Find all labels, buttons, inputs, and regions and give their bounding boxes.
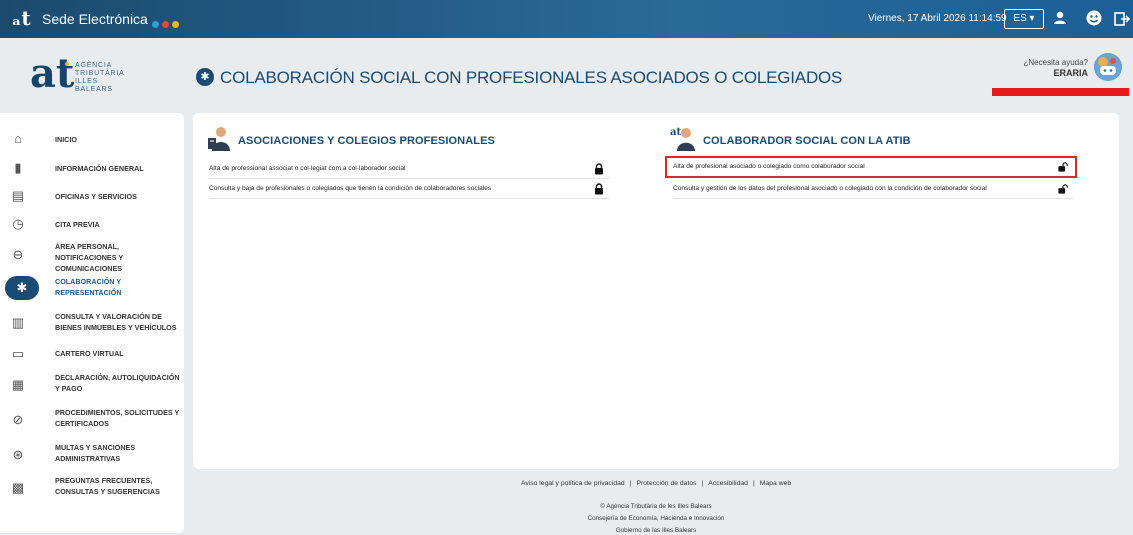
person-shield-icon: ⊖ <box>12 247 24 262</box>
sidebar-item-informacion-general[interactable]: ▮ INFORMACIÓN GENERAL <box>0 155 184 181</box>
sidebar-item-procedimientos[interactable]: ⊘ PROCEDIMIENTOS, SOLICITUDES Y CERTIFIC… <box>0 404 184 434</box>
sidebar-item-label: CITA PREVIA <box>55 220 100 229</box>
faq-icon: ▩ <box>11 480 25 495</box>
sidebar-item-area-personal[interactable]: ⊖ ÁREA PERSONAL, NOTIFICACIONES Y COMUNI… <box>0 238 184 273</box>
calendar-icon: ◷ <box>12 216 24 231</box>
page-title: COLABORACIÓN SOCIAL CON PROFESIONALES AS… <box>220 68 843 87</box>
check-circle-icon: ⊘ <box>12 412 24 427</box>
lock-closed-icon <box>595 183 603 195</box>
lock-closed-icon <box>595 163 603 175</box>
footer-link-accessibility[interactable]: Accesibilidad <box>708 480 748 487</box>
current-datetime: Viernes, 17 Abril 2026 11:14:59 <box>868 13 1007 24</box>
professionals-icon <box>208 127 230 151</box>
building-icon: ▤ <box>11 188 25 203</box>
sidebar-item-label: PREGUNTAS FRECUENTES, CONSULTAS Y SUGERE… <box>55 476 160 496</box>
sidebar-item-label: ÁREA PERSONAL, NOTIFICACIONES Y COMUNICA… <box>55 242 124 273</box>
sidebar-item-label: INICIO <box>55 135 77 144</box>
sidebar-item-colaboracion[interactable]: ✱ COLABORACIÓN Y REPRESENTACIÓN <box>0 273 184 303</box>
sidebar-item-label: INFORMACIÓN GENERAL <box>55 164 144 173</box>
help-assistant-name: ERARIA <box>1053 68 1088 78</box>
accessibility-face-icon[interactable] <box>1085 9 1103 27</box>
sidebar-item-declaracion[interactable]: ▦ DECLARACIÓN, AUTOLIQUIDACIÓN Y PAGO <box>0 369 184 399</box>
city-icon: ▥ <box>11 315 25 330</box>
help-question: ¿Necesita ayuda? <box>1023 58 1088 67</box>
badge-icon: ⊛ <box>12 447 24 462</box>
logo-line-1: AGÈNCIA <box>75 62 113 69</box>
logo-dot <box>65 62 69 66</box>
sidebar-item-label: CARTERO VIRTUAL <box>55 349 124 358</box>
atib-collaborator-icon: at <box>670 127 695 151</box>
sidebar-item-oficinas[interactable]: ▤ OFICINAS Y SERVICIOS <box>0 183 184 209</box>
brand-dot-blue <box>152 21 159 28</box>
sidebar-item-label: COLABORACIÓN Y REPRESENTACIÓN <box>55 277 122 297</box>
site-title[interactable]: Sede Electrónica <box>42 11 148 27</box>
sidebar-item-preguntas[interactable]: ▩ PREGUNTAS FRECUENTES, CONSULTAS Y SUGE… <box>0 472 184 502</box>
top-bar: ₐt Sede Electrónica Viernes, 17 Abril 20… <box>0 0 1133 38</box>
sidebar-item-label: OFICINAS Y SERVICIOS <box>55 192 137 201</box>
laptop-icon: ▭ <box>11 346 25 361</box>
home-icon: ⌂ <box>14 131 22 146</box>
footer-separator: | <box>629 480 632 487</box>
brand-dot-yellow <box>172 21 179 28</box>
footer-links: Aviso legal y política de privacidad | Pro… <box>193 479 1119 489</box>
sidebar-item-label: MULTAS Y SANCIONES ADMINISTRATIVAS <box>55 443 136 463</box>
footer-separator: | <box>752 480 755 487</box>
assistant-avatar-icon[interactable] <box>1094 53 1122 81</box>
logo-text: AGÈNCIA TRIBUTÀRIA ILLES BALEARS <box>75 62 135 94</box>
book-icon: ▮ <box>14 160 22 175</box>
list-item[interactable]: Alta de professional associat o col·legi… <box>209 161 609 179</box>
list-item-label[interactable]: Consulta y gestión de los datos del prof… <box>673 184 987 194</box>
brand-dot-red <box>162 21 169 28</box>
right-section-title: COLABORADOR SOCIAL CON LA ATIB <box>703 135 911 147</box>
footer-department: Consejería de Economía, Hacienda e Innov… <box>587 515 725 522</box>
user-icon[interactable] <box>1051 9 1069 27</box>
footer-copyright: © Agència Tributària de les Illes Balear… <box>600 503 712 510</box>
puzzle-icon: ✱ <box>5 276 39 300</box>
footer-link-sitemap[interactable]: Mapa web <box>760 480 791 487</box>
list-item[interactable]: Consulta y gestión de los datos del prof… <box>673 181 1073 199</box>
sidebar-nav: ⌂ INICIO ▮ INFORMACIÓN GENERAL ▤ OFICINA… <box>0 113 184 533</box>
atib-logo[interactable]: at AGÈNCIA TRIBUTÀRIA ILLES BALEARS <box>25 52 135 102</box>
logo-glyph: at <box>30 50 75 97</box>
svg-text:at: at <box>670 127 681 138</box>
logo-line-3: ILLES BALEARS <box>75 78 113 93</box>
logo-line-2: TRIBUTÀRIA <box>75 70 125 77</box>
lock-open-icon <box>1058 184 1068 194</box>
list-item-label[interactable]: Consulta y baja de profesionales o coleg… <box>209 184 491 194</box>
language-selector[interactable]: ES ▾ <box>1004 9 1044 29</box>
sidebar-item-inicio[interactable]: ⌂ INICIO <box>0 126 184 152</box>
list-item[interactable]: Consulta y baja de profesionales o coleg… <box>209 181 609 199</box>
footer-link-legal[interactable]: Aviso legal y política de privacidad <box>521 480 625 487</box>
left-section-title: ASOCIACIONES Y COLEGIOS PROFESIONALES <box>238 135 495 147</box>
sidebar-item-label: PROCEDIMIENTOS, SOLICITUDES Y CERTIFICAD… <box>55 408 180 428</box>
list-item-label[interactable]: Alta de professional associat o col·legi… <box>209 164 405 174</box>
footer-link-data-protection[interactable]: Protección de datos <box>636 480 696 487</box>
footer-government: Gobierno de las Illes Balears <box>615 527 697 534</box>
sidebar-item-label: DECLARACIÓN, AUTOLIQUIDACIÓN Y PAGO <box>55 373 180 393</box>
atib-logo-glyph[interactable]: ₐt <box>12 7 31 29</box>
footer-separator: | <box>701 480 704 487</box>
sidebar-item-cartero-virtual[interactable]: ▭ CARTERO VIRTUAL <box>0 343 184 365</box>
puzzle-title-icon: ✱ <box>196 68 214 86</box>
brand-dots <box>152 15 182 28</box>
document-icon: ▦ <box>11 377 25 392</box>
sidebar-item-consulta-valoracion[interactable]: ▥ CONSULTA Y VALORACIÓN DE BIENES INMUEB… <box>0 308 184 338</box>
sidebar-item-label: CONSULTA Y VALORACIÓN DE BIENES INMUEBLE… <box>55 312 177 332</box>
selected-row-highlight <box>665 156 1077 178</box>
help-highlight-bar <box>992 88 1129 96</box>
sidebar-item-cita-previa[interactable]: ◷ CITA PREVIA <box>0 211 184 237</box>
sidebar-item-multas[interactable]: ⊛ MULTAS Y SANCIONES ADMINISTRATIVAS <box>0 439 184 469</box>
logout-icon[interactable] <box>1113 10 1131 28</box>
help-assistant[interactable]: ¿Necesita ayuda? ERARIA <box>1018 58 1088 79</box>
